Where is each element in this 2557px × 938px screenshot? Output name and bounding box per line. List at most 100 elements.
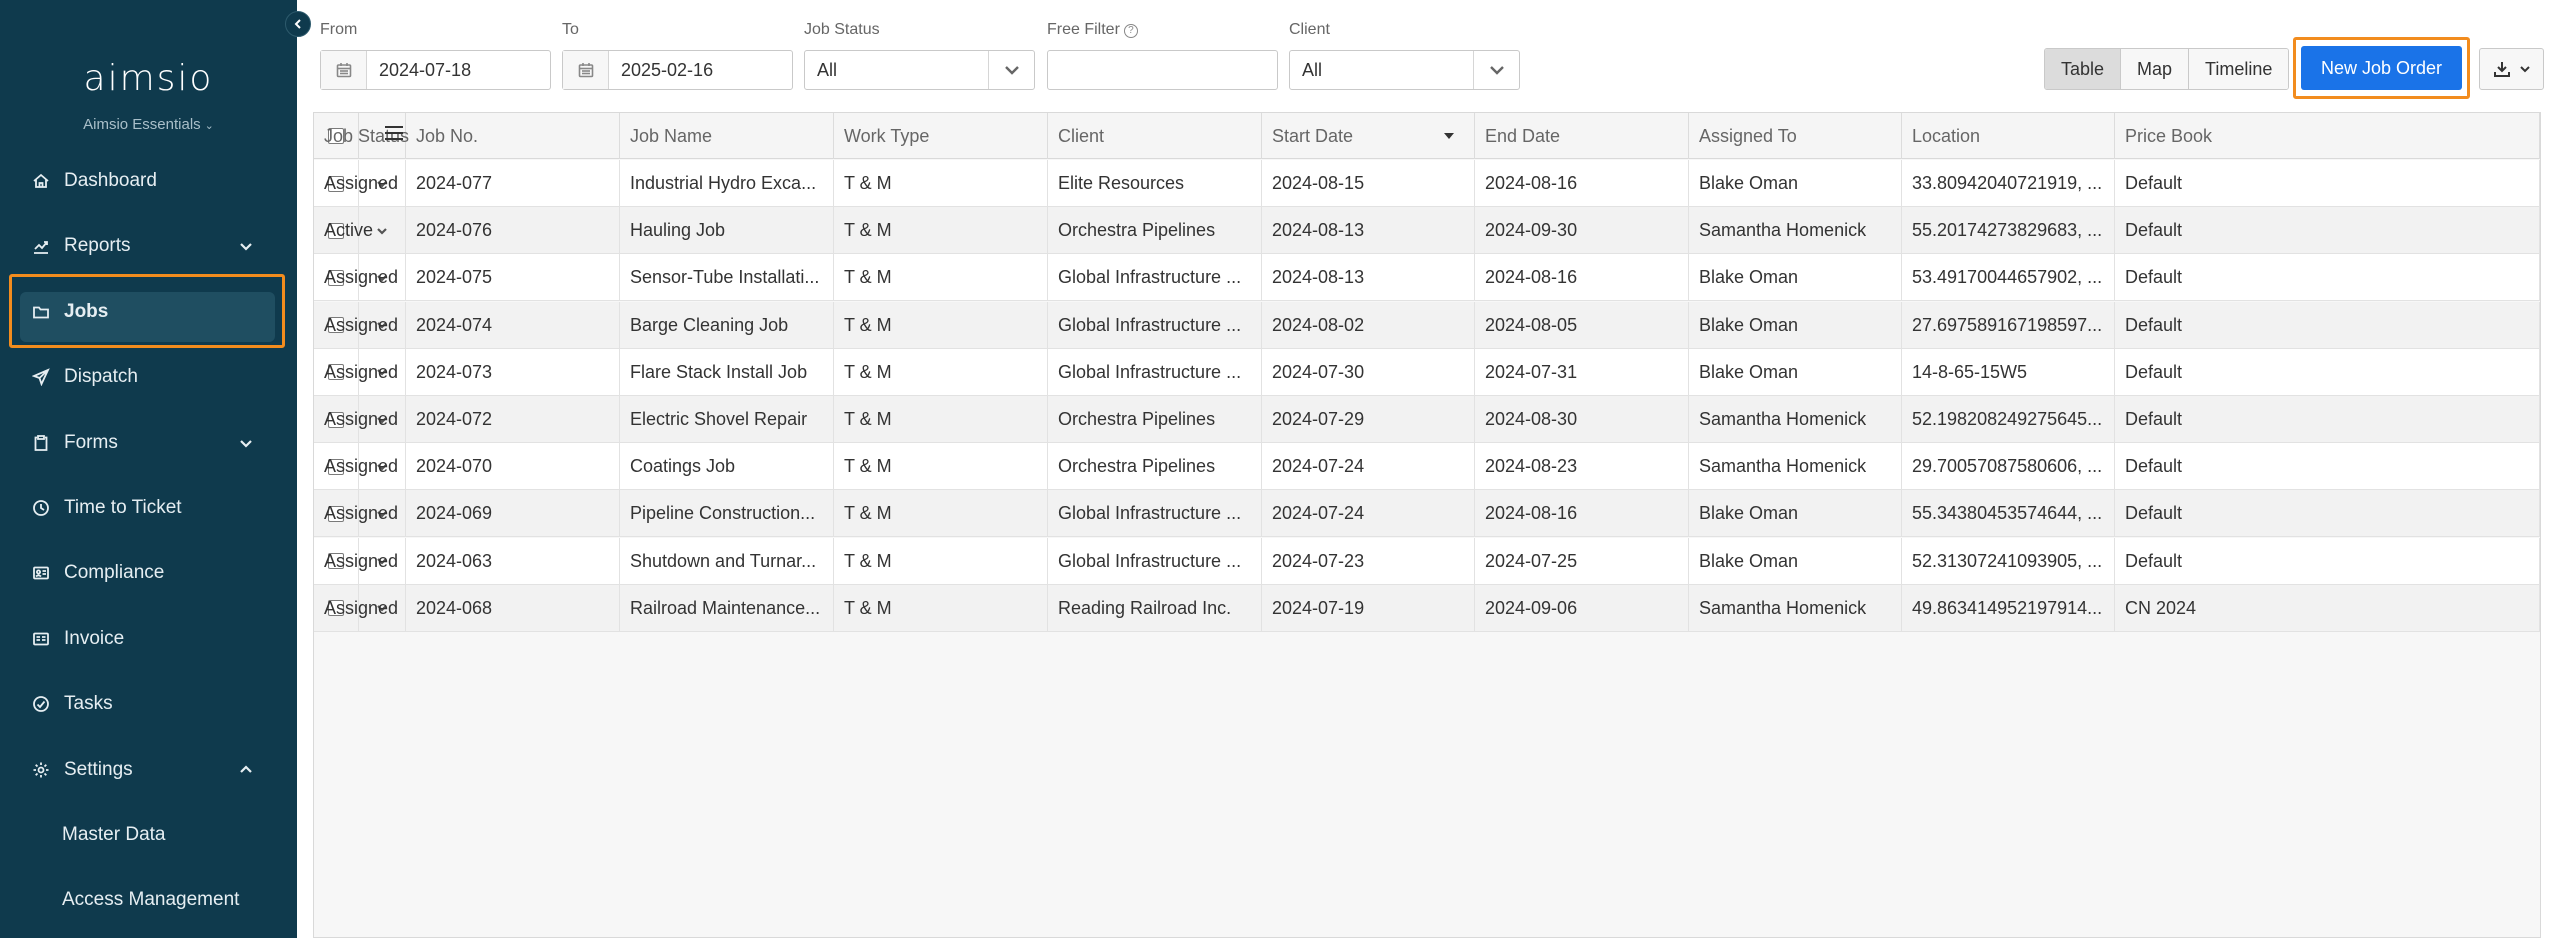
sidebar-item-time-to-ticket[interactable]: Time to Ticket bbox=[0, 482, 297, 534]
cell-text: 2024-07-24 bbox=[1272, 456, 1365, 477]
cell-text: 2024-074 bbox=[416, 314, 493, 335]
view-map-button[interactable]: Map bbox=[2121, 49, 2190, 89]
cell-end-date: 2024-08-30 bbox=[1475, 396, 1689, 443]
paper-plane-icon bbox=[30, 366, 52, 388]
sidebar-item-master-data[interactable]: Master Data bbox=[0, 809, 297, 861]
sidebar-item-reports[interactable]: Reports bbox=[0, 220, 297, 272]
cell-text: T & M bbox=[844, 314, 892, 335]
cell-text: 2024-07-19 bbox=[1272, 597, 1365, 618]
cell-work-type: T & M bbox=[834, 254, 1048, 302]
job-status-label: Job Status bbox=[804, 21, 880, 38]
sort-descending-icon[interactable] bbox=[1444, 133, 1454, 139]
cell-text: 2024-069 bbox=[416, 503, 493, 524]
chevron-down-icon bbox=[1473, 51, 1519, 89]
cell-job-no: 2024-076 bbox=[406, 207, 620, 255]
table-row[interactable]: 2024-073 Flare Stack Install Job T & M Glob… bbox=[314, 348, 2540, 396]
cell-text: 2024-073 bbox=[416, 361, 493, 382]
column-menu-icon[interactable] bbox=[385, 126, 404, 144]
sidebar-item-compliance[interactable]: Compliance bbox=[0, 547, 297, 599]
cell-text: Blake Oman bbox=[1699, 503, 1799, 524]
cell-job-name: Shutdown and Turnar... bbox=[620, 537, 834, 585]
cell-text: Sensor-Tube Installati... bbox=[630, 267, 820, 288]
client-select[interactable]: All bbox=[1289, 50, 1520, 90]
cell-assigned-to: Blake Oman bbox=[1689, 537, 1902, 585]
cell-start-date: 2024-07-23 bbox=[1262, 537, 1475, 585]
column-header-job-no[interactable]: Job No. bbox=[406, 113, 620, 159]
table-row[interactable]: 2024-075 Sensor-Tube Installati... T & M Gl… bbox=[314, 254, 2540, 302]
view-timeline-button[interactable]: Timeline bbox=[2189, 49, 2289, 89]
column-header-label: Price Book bbox=[2125, 125, 2213, 146]
from-date-input[interactable]: 2024-07-18 bbox=[320, 50, 551, 90]
cell-price-book: Default bbox=[2115, 301, 2540, 349]
table-row[interactable]: 2024-068 Railroad Maintenance... T & M Read… bbox=[314, 584, 2540, 632]
chevron-down-icon bbox=[2519, 66, 2530, 73]
table-row[interactable]: 2024-070 Coatings Job T & M Orchestra Pipel… bbox=[314, 443, 2540, 491]
aimsio-logo[interactable]: aimsio bbox=[0, 58, 297, 99]
table-row[interactable]: 2024-063 Shutdown and Turnar... T & M Globa… bbox=[314, 537, 2540, 585]
view-table-button[interactable]: Table bbox=[2045, 49, 2122, 89]
help-icon[interactable]: ? bbox=[1123, 23, 1138, 38]
cell-job-status: Assigned bbox=[314, 538, 398, 585]
sidebar-item-forms[interactable]: Forms bbox=[0, 417, 297, 469]
job-status-select[interactable]: All bbox=[804, 50, 1035, 90]
new-job-order-button[interactable]: New Job Order bbox=[2301, 46, 2462, 90]
cell-text: Global Infrastructure ... bbox=[1058, 361, 1242, 382]
free-filter-input[interactable] bbox=[1047, 50, 1278, 90]
column-header-location[interactable]: Location bbox=[1902, 113, 2115, 159]
calendar-icon[interactable] bbox=[321, 51, 367, 89]
column-header-label: Location bbox=[1912, 125, 1981, 146]
column-header-start-date[interactable]: Start Date bbox=[1262, 113, 1475, 159]
cell-price-book: Default bbox=[2115, 254, 2540, 302]
column-header-price-book[interactable]: Price Book bbox=[2115, 113, 2540, 159]
sidebar-item-dashboard[interactable]: Dashboard bbox=[0, 155, 297, 207]
cell-work-type: T & M bbox=[834, 207, 1048, 255]
column-header-label: Assigned To bbox=[1699, 125, 1797, 146]
sidebar-item-settings[interactable]: Settings bbox=[0, 744, 297, 796]
cell-text: 2024-08-16 bbox=[1485, 503, 1578, 524]
cell-job-name: Flare Stack Install Job bbox=[620, 348, 834, 396]
cell-text: T & M bbox=[844, 550, 892, 571]
cell-text: 52.198208249275645... bbox=[1912, 409, 2103, 429]
chevron-up-icon[interactable] bbox=[237, 761, 255, 779]
sidebar-item-tasks[interactable]: Tasks bbox=[0, 678, 297, 730]
sidebar-item-dispatch[interactable]: Dispatch bbox=[0, 351, 297, 403]
cell-text: 2024-07-23 bbox=[1272, 550, 1365, 571]
chevron-down-icon[interactable] bbox=[237, 237, 255, 255]
cell-text: Railroad Maintenance... bbox=[630, 597, 821, 618]
table-row[interactable]: 2024-069 Pipeline Construction... T & M Glo… bbox=[314, 490, 2540, 538]
sidebar-item-jobs[interactable]: Jobs bbox=[0, 286, 297, 342]
table-row[interactable]: 2024-076 Hauling Job T & M Orchestra Pipeli… bbox=[314, 207, 2540, 255]
column-header-assigned-to[interactable]: Assigned To bbox=[1689, 113, 1902, 159]
cell-work-type: T & M bbox=[834, 348, 1048, 396]
to-date-input[interactable]: 2025-02-16 bbox=[562, 50, 793, 90]
column-header-job-status[interactable]: Job Status bbox=[314, 113, 409, 159]
cell-work-type: T & M bbox=[834, 584, 1048, 632]
sidebar-item-label: Settings bbox=[64, 758, 133, 780]
export-button[interactable] bbox=[2479, 48, 2544, 90]
cell-price-book: Default bbox=[2115, 443, 2540, 491]
cell-text: Default bbox=[2125, 267, 2183, 288]
column-header-client[interactable]: Client bbox=[1048, 113, 1262, 159]
column-header-work-type[interactable]: Work Type bbox=[834, 113, 1048, 159]
table-row[interactable]: 2024-072 Electric Shovel Repair T & M Orche… bbox=[314, 396, 2540, 443]
sidebar-item-label: Invoice bbox=[64, 627, 125, 649]
table-row[interactable]: 2024-074 Barge Cleaning Job T & M Global In… bbox=[314, 301, 2540, 349]
cell-text: Industrial Hydro Exca... bbox=[630, 173, 817, 193]
cell-text: Global Infrastructure ... bbox=[1058, 503, 1242, 524]
calendar-icon[interactable] bbox=[563, 51, 609, 89]
plan-selector[interactable]: Aimsio Essentials ⌄ bbox=[0, 116, 297, 133]
cell-text: Blake Oman bbox=[1699, 267, 1799, 288]
column-header-label: End Date bbox=[1485, 125, 1561, 146]
cell-job-name: Industrial Hydro Exca... bbox=[620, 160, 834, 207]
sidebar-item-access-management[interactable]: Access Management bbox=[0, 874, 297, 926]
cell-text: Reading Railroad Inc. bbox=[1058, 597, 1232, 618]
cell-text: T & M bbox=[844, 409, 892, 429]
cell-client: Reading Railroad Inc. bbox=[1048, 584, 1262, 632]
cell-text: 27.697589167198597... bbox=[1912, 314, 2103, 335]
column-header-job-name[interactable]: Job Name bbox=[620, 113, 834, 159]
chevron-down-icon[interactable] bbox=[237, 434, 255, 452]
collapse-sidebar-button[interactable] bbox=[285, 11, 311, 37]
column-header-end-date[interactable]: End Date bbox=[1475, 113, 1689, 159]
sidebar-item-invoice[interactable]: Invoice bbox=[0, 613, 297, 665]
table-row[interactable]: 2024-077 Industrial Hydro Exca... T & M Eli… bbox=[314, 160, 2540, 207]
